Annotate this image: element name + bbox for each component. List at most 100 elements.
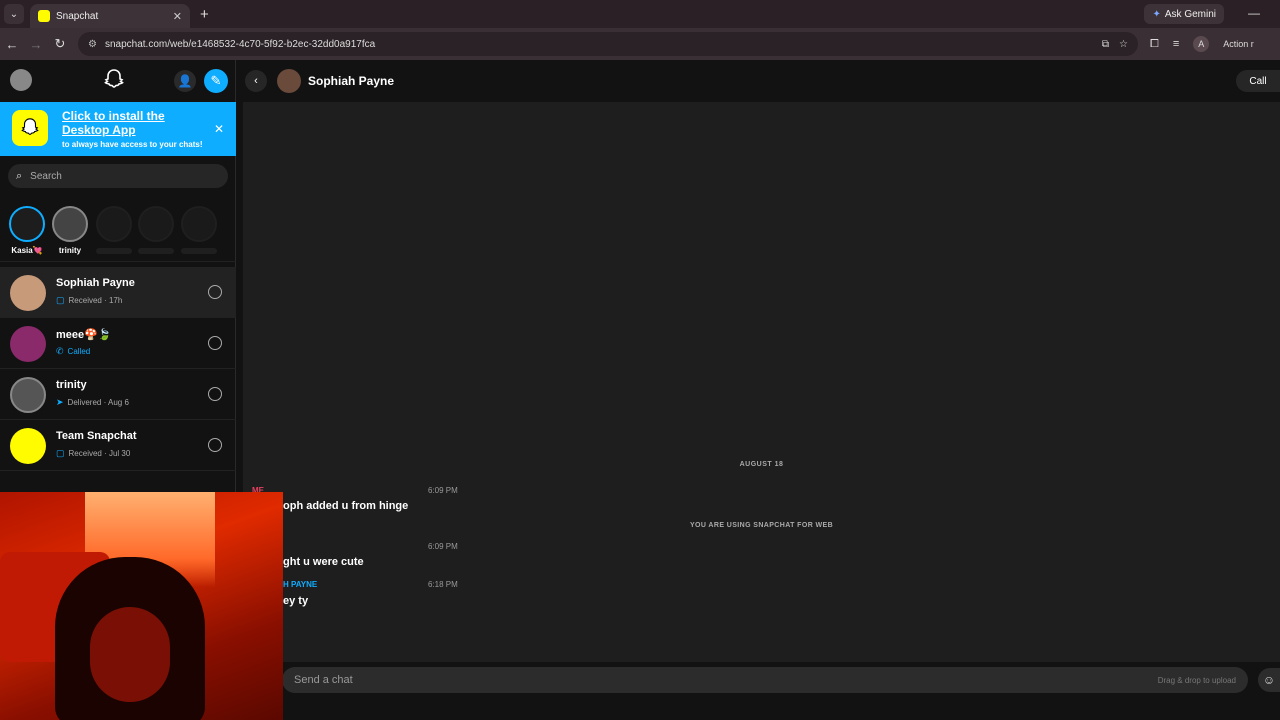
new-tab-icon[interactable]: + <box>200 6 209 23</box>
snapchat-ghost-avatar <box>10 428 46 464</box>
story-name: Kasia💘 <box>11 246 43 255</box>
story-placeholder <box>138 206 174 254</box>
chat-list-item[interactable]: trinity ➤ Delivered · Aug 6 <box>0 369 236 420</box>
camera-icon[interactable] <box>208 438 222 452</box>
action-label[interactable]: Action r <box>1223 39 1254 49</box>
banner-title[interactable]: Click to install the Desktop App <box>62 109 212 137</box>
chat-name: meee🍄🍃 <box>56 329 112 341</box>
profile-avatar[interactable]: A <box>1193 36 1210 52</box>
contact-name[interactable]: Sophiah Payne <box>308 74 394 88</box>
browser-tab-strip: ⌄ Snapchat ✕ + ✦ Ask Gemini — <box>0 0 1280 28</box>
chat-status-text: Delivered · Aug 6 <box>67 398 129 407</box>
new-chat-icon: ✎ <box>210 73 222 88</box>
camera-icon[interactable] <box>208 285 222 299</box>
chat-name: Sophiah Payne <box>56 277 135 289</box>
tab-search-chevron-icon[interactable]: ⌄ <box>4 4 24 24</box>
bitmoji-avatar <box>10 275 46 311</box>
banner-subtitle: to always have access to your chats! <box>62 140 203 149</box>
camera-icon[interactable] <box>208 336 222 350</box>
call-button[interactable]: Call <box>1236 70 1280 92</box>
conversation-panel: ‹ Sophiah Payne Call AUGUST 18 ME 6:09 P… <box>237 60 1280 720</box>
browser-tab[interactable]: Snapchat ✕ <box>30 4 190 28</box>
chat-status-text: Called <box>67 347 91 356</box>
ask-gemini-button[interactable]: ✦ Ask Gemini <box>1144 4 1224 24</box>
drag-drop-hint: Drag & drop to upload <box>1157 675 1236 685</box>
chat-status: ▢ Received · Jul 30 <box>56 448 130 459</box>
message-time: 6:09 PM <box>428 486 458 495</box>
web-notice: YOU ARE USING SNAPCHAT FOR WEB <box>689 522 834 529</box>
message-time: 6:09 PM <box>428 542 458 551</box>
bitmoji-avatar <box>10 377 46 413</box>
chat-name: trinity <box>56 379 87 391</box>
reading-list-icon[interactable]: ≡ <box>1173 38 1179 50</box>
minimize-window-icon[interactable]: — <box>1248 6 1260 20</box>
chat-list-item[interactable]: Team Snapchat ▢ Received · Jul 30 <box>0 420 236 471</box>
message-text: ey ty <box>283 595 309 607</box>
install-app-banner[interactable]: Click to install the Desktop App to alwa… <box>0 102 236 156</box>
new-chat-button[interactable]: ✎ <box>204 69 228 93</box>
story-placeholder <box>181 206 217 254</box>
address-bar[interactable]: ⚙ snapchat.com/web/e1468532-4c70-5f92-b2… <box>78 32 1138 56</box>
browser-toolbar: ← → ↻ ⚙ snapchat.com/web/e1468532-4c70-5… <box>0 28 1280 60</box>
chat-status: ✆ Called <box>56 346 90 357</box>
story-trinity[interactable]: trinity <box>52 206 88 255</box>
webcam-overlay <box>0 492 283 720</box>
add-friend-button[interactable]: 👤 <box>174 70 196 92</box>
snapchat-favicon-icon <box>38 10 50 22</box>
extensions-icon[interactable]: ⧠ <box>1150 38 1159 51</box>
delivered-arrow-icon: ➤ <box>56 397 64 407</box>
tab-title: Snapchat <box>56 10 99 22</box>
site-info-icon[interactable]: ⚙ <box>88 39 97 50</box>
chat-received-icon: ▢ <box>56 448 65 458</box>
url-text: snapchat.com/web/e1468532-4c70-5f92-b2ec… <box>104 38 376 50</box>
chat-status-text: Received · 17h <box>68 296 123 305</box>
tab-close-icon[interactable]: ✕ <box>173 10 182 23</box>
webcam-face <box>90 607 170 702</box>
message-time: 6:18 PM <box>428 580 458 589</box>
date-separator: AUGUST 18 <box>739 461 784 468</box>
add-friend-icon: 👤 <box>177 74 193 88</box>
chat-name: Team Snapchat <box>56 430 137 442</box>
search-placeholder: Search <box>30 170 62 182</box>
search-input[interactable]: ⌕ Search <box>8 164 228 188</box>
snapchat-logo-icon <box>12 110 48 146</box>
toolbar-right: ⧠ ≡ A Action r <box>1150 36 1254 52</box>
story-placeholder <box>96 206 132 254</box>
story-avatar <box>9 206 45 242</box>
camera-icon[interactable] <box>208 387 222 401</box>
chat-list-item[interactable]: meee🍄🍃 ✆ Called <box>0 318 236 369</box>
chat-status-text: Received · Jul 30 <box>68 449 131 458</box>
emoji-smile-icon: ☺ <box>1262 673 1276 687</box>
search-icon: ⌕ <box>16 169 23 182</box>
message-text: oph added u from hinge <box>283 500 409 512</box>
reload-icon[interactable]: ↻ <box>48 36 72 52</box>
my-bitmoji-avatar[interactable] <box>10 69 32 91</box>
chat-input-placeholder: Send a chat <box>294 674 353 686</box>
gemini-sparkle-icon: ✦ <box>1152 8 1161 20</box>
stories-row: Kasia💘 trinity <box>0 198 236 262</box>
story-name: trinity <box>58 246 82 255</box>
conversation-header: ‹ Sophiah Payne Call <box>237 60 1280 102</box>
chat-status: ➤ Delivered · Aug 6 <box>56 397 129 408</box>
message-area: AUGUST 18 ME 6:09 PM oph added u from hi… <box>243 102 1280 662</box>
emoji-button[interactable]: ☺ <box>1258 668 1280 692</box>
ask-gemini-label: Ask Gemini <box>1164 8 1216 20</box>
back-arrow-icon[interactable]: ← <box>0 37 24 52</box>
bookmark-star-icon[interactable]: ☆ <box>1119 39 1128 50</box>
forward-arrow-icon[interactable]: → <box>24 37 48 52</box>
message-sender: H PAYNE <box>283 580 318 589</box>
back-button[interactable]: ‹ <box>245 70 267 92</box>
snapchat-ghost-icon[interactable] <box>102 68 126 92</box>
chat-status: ▢ Received · 17h <box>56 295 122 306</box>
sidebar-header: 👤 ✎ <box>0 60 235 102</box>
chat-input[interactable]: Send a chat Drag & drop to upload <box>282 667 1248 693</box>
bitmoji-avatar <box>10 326 46 362</box>
chevron-left-icon: ‹ <box>254 75 258 87</box>
story-kasia[interactable]: Kasia💘 <box>9 206 45 255</box>
close-icon[interactable]: ✕ <box>214 122 224 136</box>
install-app-icon[interactable]: ⧉ <box>1102 39 1109 50</box>
chat-received-icon: ▢ <box>56 295 65 305</box>
contact-avatar[interactable] <box>277 69 301 93</box>
phone-called-icon: ✆ <box>56 346 64 356</box>
chat-list-item[interactable]: Sophiah Payne ▢ Received · 17h <box>0 267 236 318</box>
